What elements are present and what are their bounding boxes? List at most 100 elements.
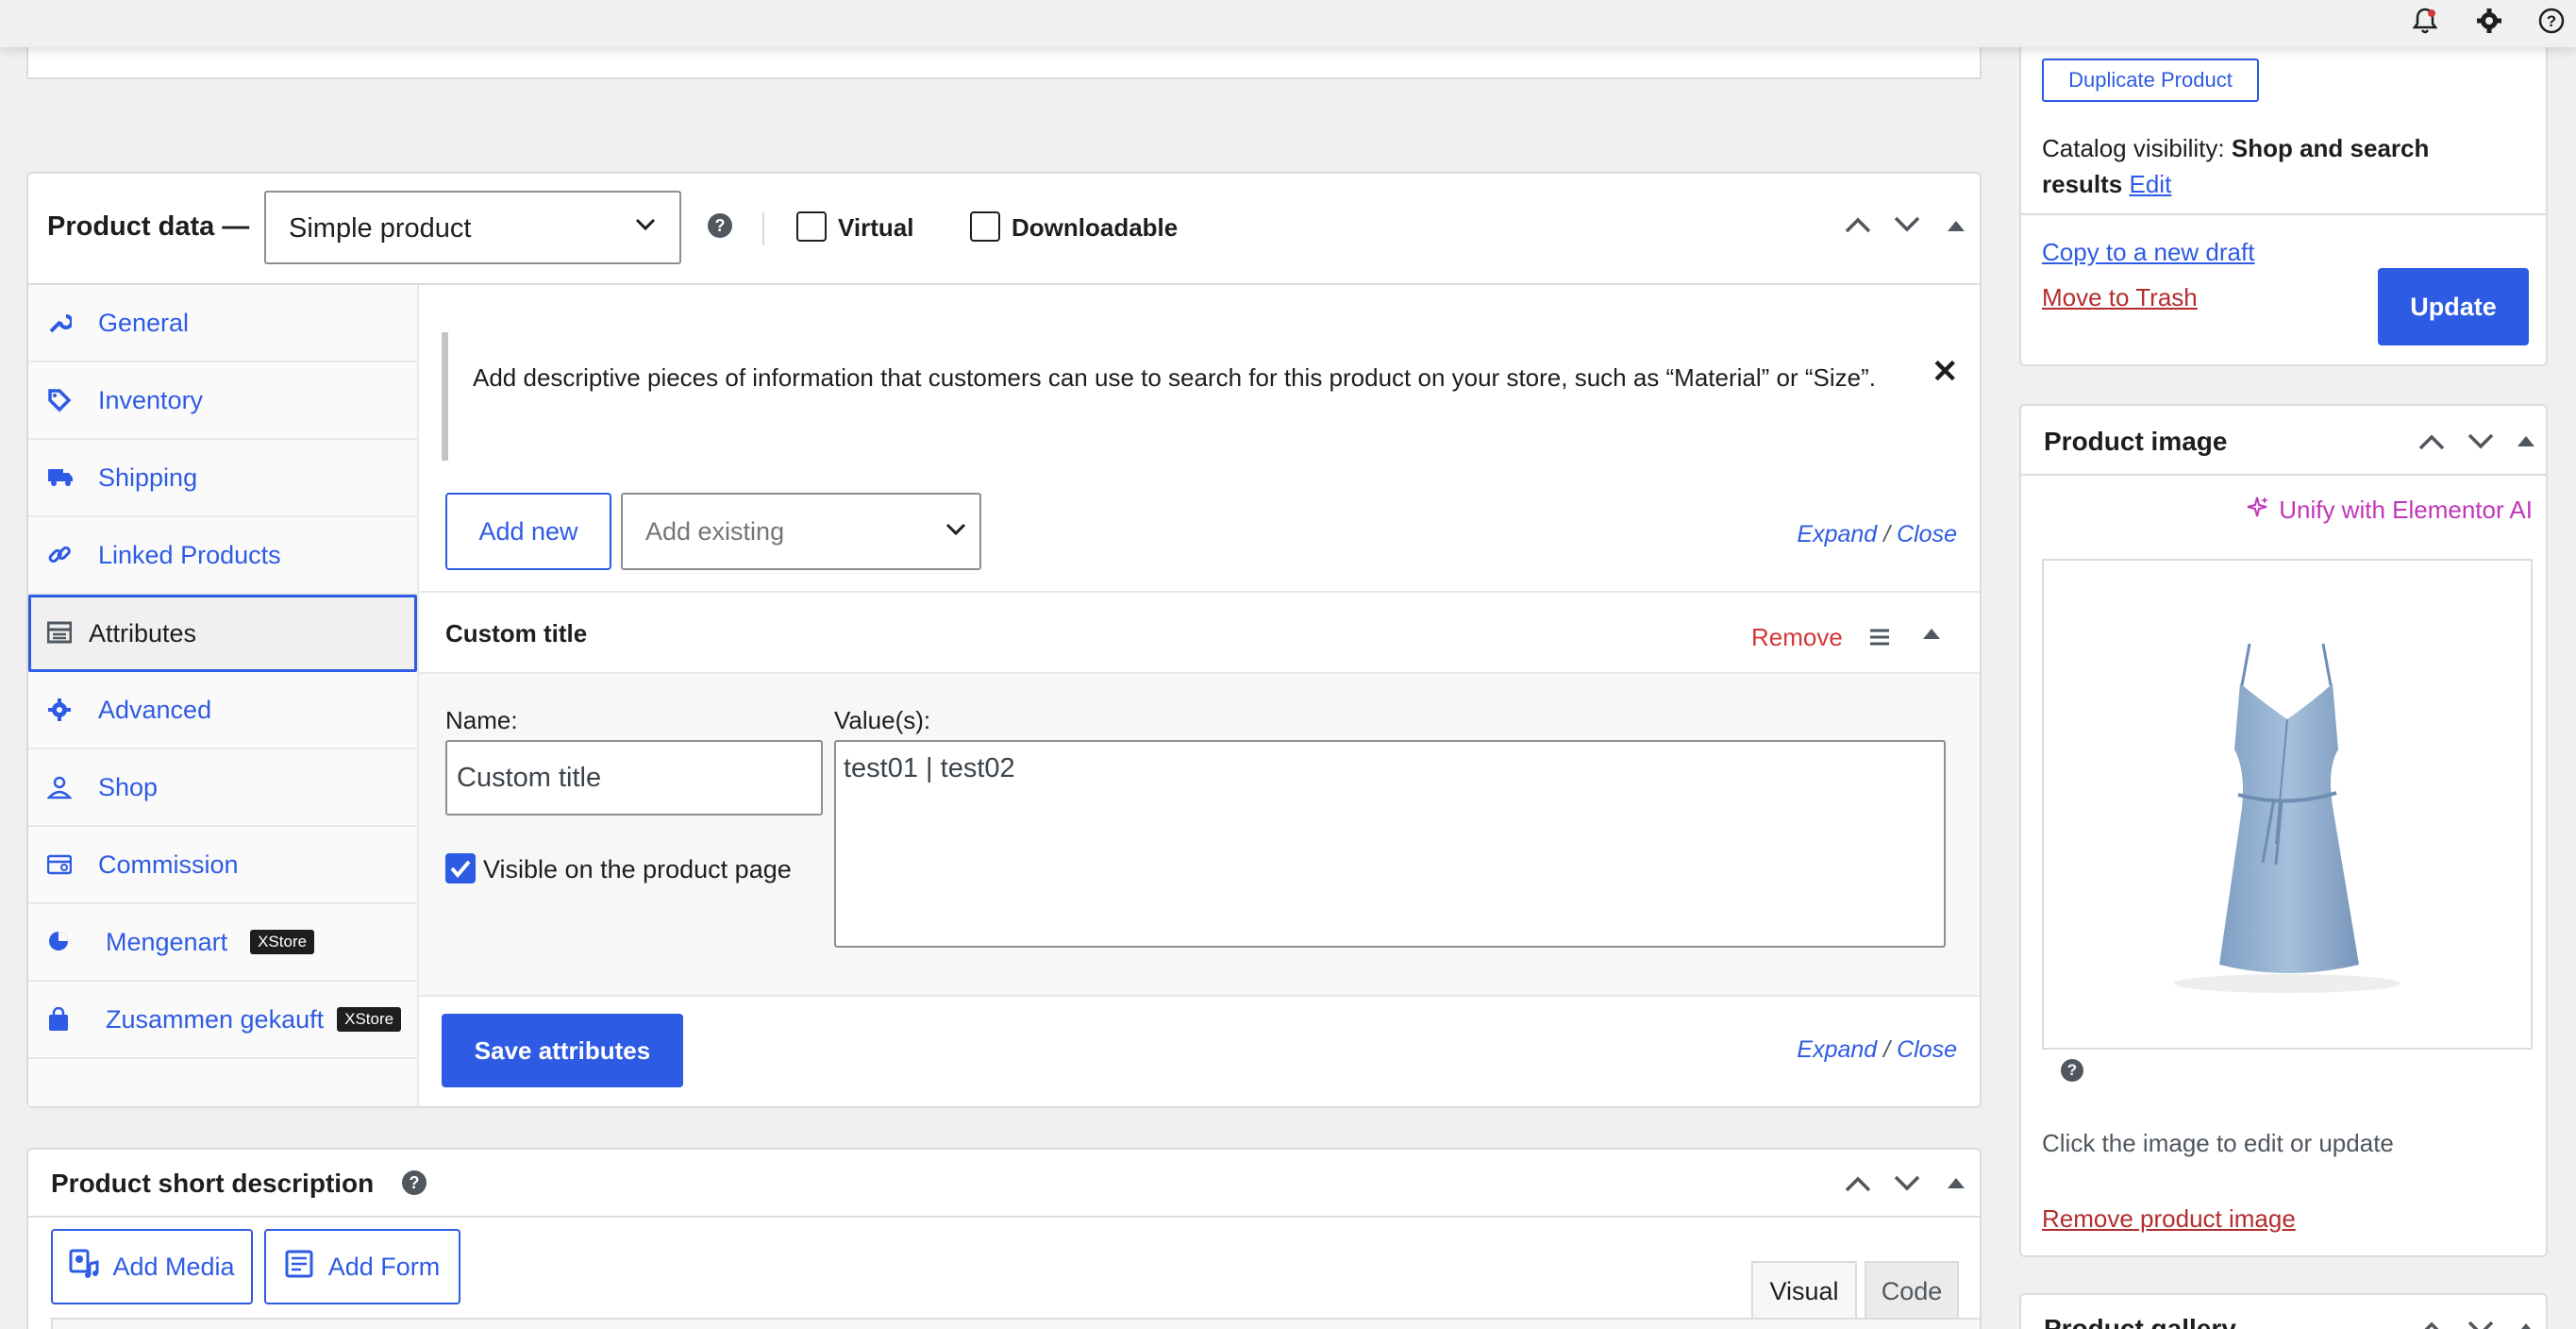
close-link[interactable]: Close	[1897, 1036, 1957, 1063]
bell-icon[interactable]	[2408, 4, 2442, 38]
visible-checkbox[interactable]	[445, 853, 476, 883]
sparkle-icon	[2245, 495, 2269, 526]
help-icon[interactable]: ?	[2534, 4, 2568, 38]
tab-shop[interactable]: Shop	[28, 749, 417, 827]
product-image-thumbnail[interactable]	[2042, 559, 2533, 1050]
attributes-notice: Add descriptive pieces of information th…	[442, 332, 1959, 461]
tab-shop-label: Shop	[98, 772, 159, 801]
editor-toolbar-edge	[51, 1318, 1982, 1329]
image-hint: Click the image to edit or update	[2042, 1129, 2394, 1157]
move-up-icon[interactable]	[2417, 432, 2446, 456]
remove-product-image-link[interactable]: Remove product image	[2042, 1204, 2296, 1234]
add-media-label: Add Media	[112, 1252, 235, 1281]
expand-close-bottom: Expand / Close	[1797, 1036, 1957, 1064]
move-up-icon[interactable]	[1844, 1174, 1872, 1198]
attribute-header[interactable]: Custom title Remove	[419, 593, 1980, 674]
virtual-label: Virtual	[838, 213, 914, 242]
move-down-icon[interactable]	[1893, 215, 1921, 239]
tab-attributes[interactable]: Attributes	[28, 595, 417, 672]
product-data-tabs: General Inventory Shipping Linked Produc…	[28, 285, 419, 1106]
media-icon	[69, 1249, 101, 1286]
tab-visual[interactable]: Visual	[1751, 1261, 1857, 1320]
product-type-select[interactable]: Simple product	[264, 191, 681, 264]
pie-icon	[47, 930, 72, 954]
help-tip-icon[interactable]: ?	[708, 213, 732, 238]
tab-mengenart[interactable]: Mengenart XStore	[28, 904, 417, 982]
publish-panel: Duplicate Product Catalog visibility: Sh…	[2019, 28, 2548, 366]
product-short-description-panel: Product short description ? Add Media Ad…	[26, 1148, 1982, 1329]
expand-link[interactable]: Expand	[1797, 1036, 1877, 1063]
downloadable-label: Downloadable	[1012, 213, 1179, 242]
dress-image	[2174, 643, 2400, 993]
tab-advanced[interactable]: Advanced	[28, 672, 417, 749]
catalog-visibility-label: Catalog visibility:	[2042, 134, 2225, 162]
help-tip-icon[interactable]: ?	[402, 1170, 427, 1195]
user-icon	[46, 775, 73, 799]
card-icon	[46, 852, 73, 877]
add-existing-select[interactable]: Add existing	[621, 493, 981, 570]
downloadable-checkbox[interactable]	[970, 211, 1000, 242]
update-button[interactable]: Update	[2378, 268, 2529, 345]
notice-text: Add descriptive pieces of information th…	[473, 363, 1876, 392]
tab-inventory-label: Inventory	[98, 385, 204, 414]
link-icon	[47, 543, 72, 567]
drag-handle-icon[interactable]	[1868, 629, 1891, 650]
tab-commission[interactable]: Commission	[28, 827, 417, 904]
short-description-header: Product short description ?	[28, 1150, 1980, 1218]
add-media-button[interactable]: Add Media	[51, 1229, 253, 1304]
checkmark-icon	[450, 860, 471, 879]
toggle-panel-icon[interactable]	[1948, 1178, 1965, 1188]
add-new-button[interactable]: Add new	[445, 493, 611, 570]
add-form-label: Add Form	[327, 1252, 441, 1281]
move-down-icon[interactable]	[2467, 432, 2495, 456]
tab-code[interactable]: Code	[1865, 1261, 1959, 1320]
expand-close-separator: /	[1883, 1036, 1891, 1063]
tab-shipping[interactable]: Shipping	[28, 440, 417, 517]
tab-attributes-label: Attributes	[89, 618, 197, 648]
tab-zusammen-gekauft[interactable]: Zusammen gekauft XStore	[28, 982, 417, 1059]
remove-attribute-link[interactable]: Remove	[1751, 623, 1843, 652]
tab-zusammen-gekauft-label: Zusammen gekauft	[106, 1004, 325, 1034]
attribute-row: Custom title Remove Name: Custom title V…	[419, 591, 1980, 997]
product-data-title: Product data —	[47, 211, 250, 242]
expand-link[interactable]: Expand	[1797, 521, 1877, 547]
copy-draft-link[interactable]: Copy to a new draft	[2042, 238, 2254, 267]
toggle-panel-icon[interactable]	[2517, 436, 2534, 446]
collapse-attribute-icon[interactable]	[1923, 629, 1940, 639]
move-down-icon[interactable]	[1893, 1174, 1921, 1198]
wrench-icon	[47, 311, 74, 335]
gear-icon	[47, 698, 72, 722]
visible-label: Visible on the product page	[483, 855, 792, 883]
toggle-panel-icon[interactable]	[1948, 221, 1965, 231]
name-label: Name:	[445, 706, 518, 734]
edit-visibility-link[interactable]: Edit	[2130, 170, 2172, 198]
close-icon[interactable]: ✕	[1932, 353, 1959, 391]
product-gallery-panel: Product gallery	[2019, 1293, 2548, 1329]
admin-top-bar: ?	[0, 0, 2576, 47]
attribute-name-input[interactable]: Custom title	[445, 740, 823, 816]
move-up-icon[interactable]	[1844, 215, 1872, 239]
tab-mengenart-label: Mengenart	[106, 927, 228, 956]
tab-shipping-label: Shipping	[98, 463, 198, 492]
save-attributes-button[interactable]: Save attributes	[442, 1014, 683, 1087]
add-form-button[interactable]: Add Form	[264, 1229, 460, 1304]
attribute-values-textarea[interactable]: test01 | test02	[834, 740, 1946, 948]
move-to-trash-link[interactable]: Move to Trash	[2042, 283, 2198, 312]
toggle-panel-icon[interactable]	[2517, 1323, 2534, 1329]
gear-icon[interactable]	[2472, 4, 2506, 38]
product-data-panel: Product data — Simple product ? Virtual …	[26, 172, 1982, 1108]
elementor-ai-link[interactable]: Unify with Elementor AI	[2245, 495, 2533, 526]
help-tip-icon[interactable]: ?	[2061, 1059, 2083, 1082]
tab-inventory[interactable]: Inventory	[28, 362, 417, 440]
close-link[interactable]: Close	[1897, 521, 1957, 547]
elementor-ai-label: Unify with Elementor AI	[2279, 496, 2533, 524]
product-image-header: Product image	[2021, 406, 2546, 476]
catalog-visibility: Catalog visibility: Shop and search resu…	[2042, 130, 2514, 202]
tab-zusammen-label-wrap: Zusammen gekauft XStore	[106, 1004, 402, 1035]
tab-general[interactable]: General	[28, 285, 417, 362]
tab-linked-products[interactable]: Linked Products	[28, 517, 417, 595]
move-up-icon[interactable]	[2417, 1320, 2446, 1329]
move-down-icon[interactable]	[2467, 1320, 2495, 1329]
virtual-checkbox[interactable]	[796, 211, 827, 242]
duplicate-product-button[interactable]: Duplicate Product	[2042, 59, 2259, 102]
